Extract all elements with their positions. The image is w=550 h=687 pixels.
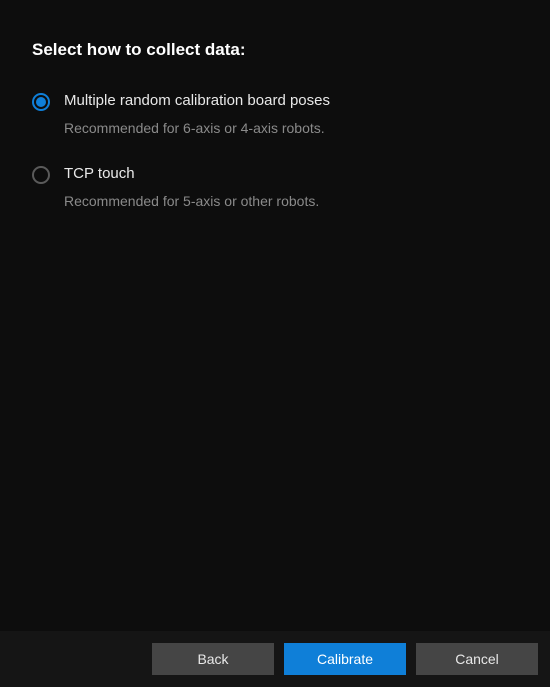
calibrate-button[interactable]: Calibrate — [284, 643, 406, 675]
dialog-footer: Back Calibrate Cancel — [0, 631, 550, 687]
page-title: Select how to collect data: — [32, 40, 518, 60]
option-tcp-touch[interactable]: TCP touch Recommended for 5-axis or othe… — [32, 165, 518, 210]
option-multiple-poses[interactable]: Multiple random calibration board poses … — [32, 92, 518, 137]
radio-icon — [32, 93, 50, 111]
radio-group: Multiple random calibration board poses … — [32, 92, 518, 210]
option-label: TCP touch — [64, 165, 319, 183]
option-description: Recommended for 5-axis or other robots. — [64, 193, 319, 210]
back-button[interactable]: Back — [152, 643, 274, 675]
cancel-button[interactable]: Cancel — [416, 643, 538, 675]
option-description: Recommended for 6-axis or 4-axis robots. — [64, 120, 330, 137]
option-text-wrap: Multiple random calibration board poses … — [64, 92, 330, 137]
option-label: Multiple random calibration board poses — [64, 92, 330, 110]
option-text-wrap: TCP touch Recommended for 5-axis or othe… — [64, 165, 319, 210]
dialog-body: Select how to collect data: Multiple ran… — [0, 0, 550, 210]
radio-icon — [32, 166, 50, 184]
